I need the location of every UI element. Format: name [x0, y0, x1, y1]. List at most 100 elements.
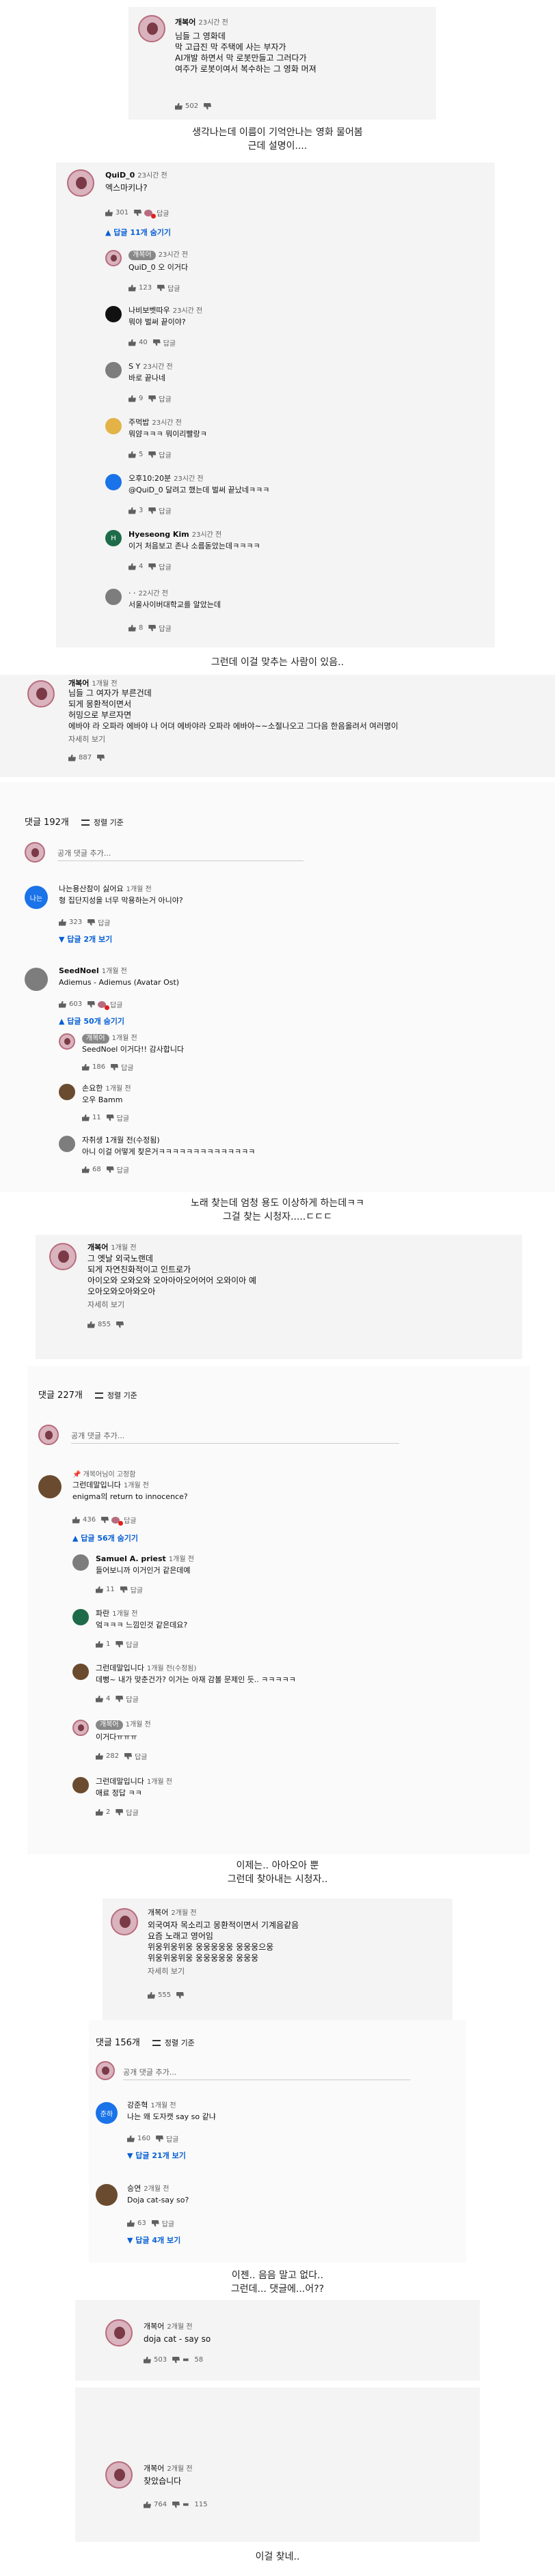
avatar[interactable]: [49, 1243, 77, 1270]
reply-button[interactable]: 답글: [167, 283, 180, 293]
view-replies-button[interactable]: ▼ 답글 21개 보기: [127, 2150, 186, 2161]
avatar[interactable]: [27, 680, 55, 708]
reply-button[interactable]: 답글: [131, 1584, 143, 1595]
thumb-down-icon[interactable]: [148, 507, 157, 514]
thumb-down-icon[interactable]: [134, 209, 142, 216]
hide-replies-button[interactable]: ▲ 답글 56개 숨기기: [72, 1532, 138, 1543]
thumb-up-icon[interactable]: [144, 2501, 151, 2508]
thumb-down-icon[interactable]: [111, 1063, 119, 1071]
avatar[interactable]: [96, 2184, 118, 2206]
thumb-up-icon[interactable]: [96, 1695, 103, 1703]
thumb-up-icon[interactable]: [128, 451, 136, 458]
avatar[interactable]: [25, 968, 48, 991]
avatar[interactable]: [105, 2319, 133, 2347]
reply-button[interactable]: 답글: [126, 1807, 138, 1817]
reply-button[interactable]: 답글: [159, 561, 171, 572]
avatar[interactable]: H: [105, 530, 122, 546]
thumb-up-icon[interactable]: [105, 209, 113, 216]
avatar[interactable]: 나는: [25, 886, 48, 909]
thumb-down-icon[interactable]: [148, 563, 157, 570]
thumb-down-icon[interactable]: [101, 1516, 109, 1524]
reply-button[interactable]: 답글: [157, 208, 169, 218]
thumb-up-icon[interactable]: [96, 1586, 103, 1593]
sort-button[interactable]: 정렬 기준: [94, 818, 124, 827]
avatar[interactable]: [38, 1475, 62, 1498]
thumb-up-icon[interactable]: [128, 395, 136, 402]
thumb-down-icon[interactable]: [116, 1321, 124, 1328]
thumb-down-icon[interactable]: [106, 1166, 114, 1173]
thumb-down-icon[interactable]: [106, 1114, 114, 1121]
reply-button[interactable]: 답글: [159, 393, 171, 404]
thumb-up-icon[interactable]: [128, 507, 136, 514]
avatar[interactable]: [105, 306, 122, 322]
sort-icon[interactable]: [152, 2040, 161, 2046]
avatar[interactable]: [72, 1720, 89, 1736]
thumb-up-icon[interactable]: [96, 1640, 103, 1648]
thumb-up-icon[interactable]: [127, 2220, 135, 2227]
avatar[interactable]: [111, 1908, 138, 1935]
thumb-down-icon[interactable]: [87, 1000, 96, 1008]
view-replies-button[interactable]: ▼ 답글 2개 보기: [59, 934, 112, 944]
add-comment-input[interactable]: 공개 댓글 추가...: [123, 2067, 410, 2080]
thumb-up-icon[interactable]: [144, 2356, 151, 2364]
sort-button[interactable]: 정렬 기준: [165, 2039, 195, 2047]
thumb-up-icon[interactable]: [96, 1752, 103, 1760]
reply-button[interactable]: 답글: [126, 1639, 138, 1649]
thumb-down-icon[interactable]: [148, 624, 157, 632]
avatar[interactable]: [105, 418, 122, 434]
hide-replies-button[interactable]: ▲ 답글 50개 숨기기: [59, 1016, 124, 1026]
avatar[interactable]: [138, 15, 165, 42]
reply-button[interactable]: 답글: [162, 2218, 174, 2228]
thumb-up-icon[interactable]: [68, 754, 76, 761]
avatar[interactable]: [105, 589, 122, 605]
avatar[interactable]: [59, 1033, 75, 1050]
add-comment-input[interactable]: 공개 댓글 추가...: [71, 1430, 399, 1444]
avatar[interactable]: [105, 362, 122, 378]
avatar[interactable]: [72, 1609, 89, 1625]
thumb-up-icon[interactable]: [82, 1166, 90, 1173]
thumb-up-icon[interactable]: [175, 102, 182, 110]
reply-button[interactable]: 답글: [121, 1062, 133, 1072]
show-more-button[interactable]: 자세히 보기: [87, 1299, 124, 1310]
thumb-down-icon[interactable]: [120, 1586, 128, 1593]
reply-button[interactable]: 답글: [159, 623, 171, 633]
thumb-down-icon[interactable]: [204, 102, 212, 110]
reply-button[interactable]: 답글: [163, 337, 176, 348]
thumb-down-icon[interactable]: [116, 1695, 124, 1703]
avatar[interactable]: [67, 169, 94, 197]
reply-button[interactable]: 답글: [124, 1515, 136, 1525]
avatar[interactable]: [72, 1777, 89, 1793]
avatar[interactable]: [72, 1554, 89, 1571]
thumb-up-icon[interactable]: [128, 339, 136, 346]
reply-button[interactable]: 답글: [159, 449, 171, 460]
sort-button[interactable]: 정렬 기준: [107, 1391, 137, 1400]
reply-button[interactable]: 답글: [98, 917, 110, 927]
avatar[interactable]: 준하: [96, 2102, 118, 2124]
thumb-up-icon[interactable]: [87, 1321, 95, 1328]
thumb-up-icon[interactable]: [128, 284, 136, 292]
reply-button[interactable]: 답글: [126, 1694, 138, 1704]
avatar[interactable]: [59, 1136, 75, 1152]
avatar[interactable]: [105, 250, 122, 266]
thumb-down-icon[interactable]: [151, 2220, 159, 2227]
thumb-up-icon[interactable]: [128, 624, 136, 632]
thumb-down-icon[interactable]: [148, 451, 157, 458]
reply-button[interactable]: 답글: [135, 1751, 147, 1761]
thumb-down-icon[interactable]: [116, 1808, 124, 1816]
add-comment-input[interactable]: 공개 댓글 추가...: [57, 848, 303, 861]
show-more-button[interactable]: 자세히 보기: [148, 1965, 185, 1976]
thumb-down-icon[interactable]: [116, 1640, 124, 1648]
thumb-down-icon[interactable]: [148, 395, 157, 402]
thumb-up-icon[interactable]: [82, 1063, 90, 1071]
reply-button[interactable]: 답글: [117, 1164, 129, 1175]
avatar[interactable]: [105, 474, 122, 490]
thumb-down-icon[interactable]: [97, 754, 105, 761]
thumb-up-icon[interactable]: [59, 1000, 66, 1008]
thumb-down-icon[interactable]: [157, 284, 165, 292]
thumb-up-icon[interactable]: [148, 1991, 155, 1999]
thumb-down-icon[interactable]: [172, 2501, 180, 2508]
avatar[interactable]: [59, 1084, 75, 1100]
view-replies-button[interactable]: ▼ 답글 4개 보기: [127, 2235, 180, 2245]
reply-button[interactable]: 답글: [166, 2133, 178, 2144]
thumb-up-icon[interactable]: [59, 919, 66, 926]
